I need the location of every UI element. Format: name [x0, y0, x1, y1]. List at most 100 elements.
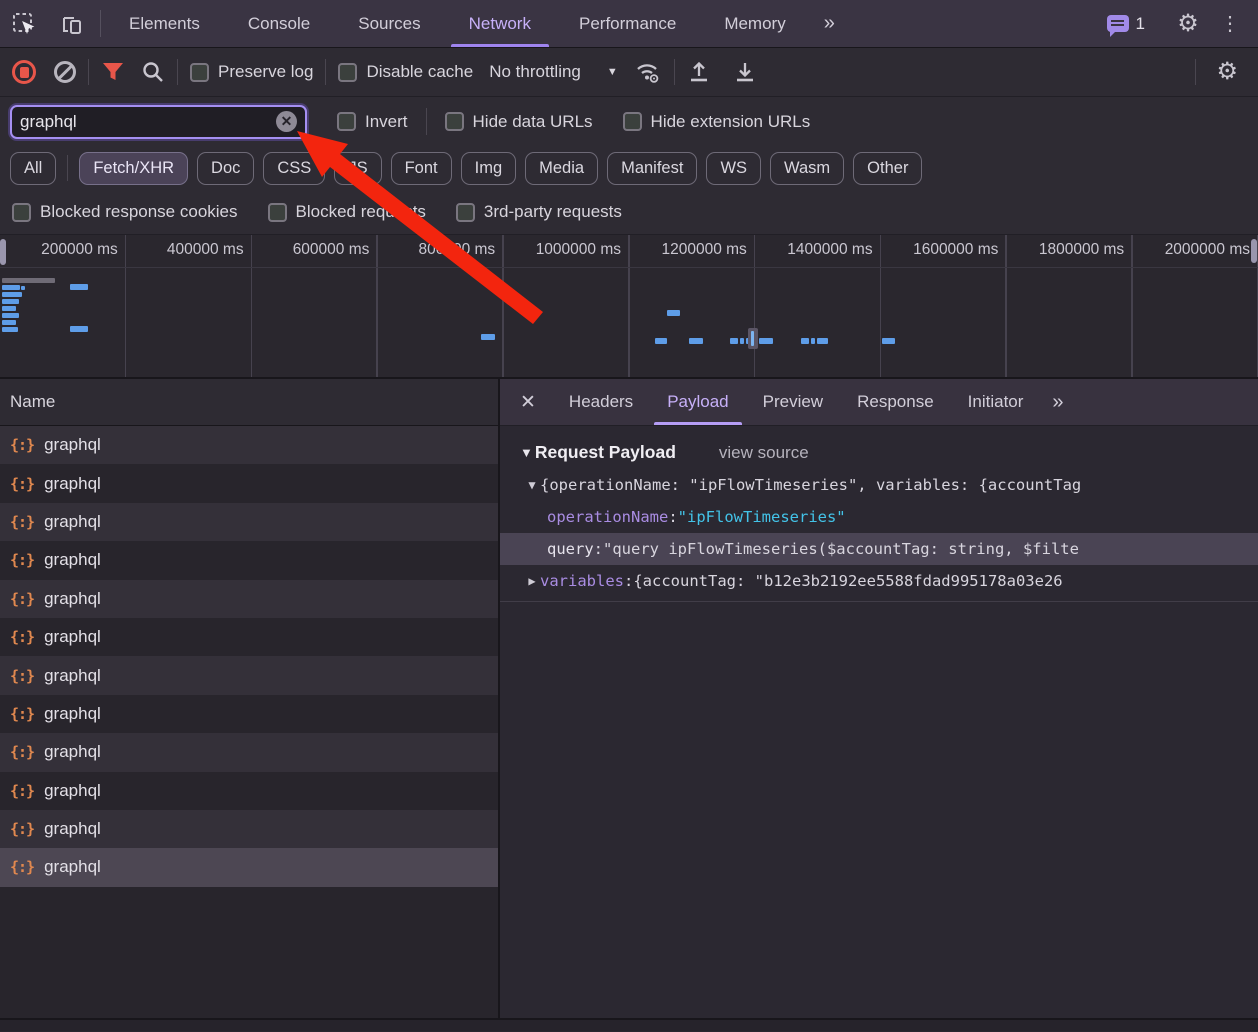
tab-performance[interactable]: Performance	[555, 0, 700, 47]
tab-memory[interactable]: Memory	[700, 0, 809, 47]
table-row[interactable]: {:}graphql	[0, 618, 498, 656]
chip-fetch-xhr[interactable]: Fetch/XHR	[79, 152, 188, 185]
tab-response[interactable]: Response	[840, 379, 951, 425]
divider	[1195, 59, 1196, 85]
request-name: graphql	[44, 819, 101, 839]
bottom-strip	[0, 1018, 1258, 1031]
device-toolbar-icon[interactable]	[48, 0, 96, 47]
chip-css[interactable]: CSS	[263, 152, 325, 185]
table-row[interactable]: {:}graphql	[0, 503, 498, 541]
chip-other[interactable]: Other	[853, 152, 922, 185]
waterfall-mark	[689, 338, 703, 344]
network-overview-timeline[interactable]: 200000 ms400000 ms600000 ms800000 ms1000…	[0, 235, 1258, 379]
table-row[interactable]: {:}graphql	[0, 426, 498, 464]
chip-all[interactable]: All	[10, 152, 56, 185]
waterfall-mark	[655, 338, 667, 344]
tab-payload[interactable]: Payload	[650, 379, 745, 425]
waterfall-mark	[70, 326, 88, 332]
hide-data-urls-checkbox[interactable]: Hide data URLs	[445, 112, 593, 132]
clear-network-log-button[interactable]	[54, 61, 76, 83]
payload-root-line[interactable]: ▼ {operationName: "ipFlowTimeseries", va…	[500, 469, 1258, 501]
clear-filter-icon[interactable]: ✕	[276, 111, 297, 132]
table-row[interactable]: {:}graphql	[0, 810, 498, 848]
preserve-log-checkbox[interactable]: Preserve log	[190, 62, 313, 82]
chip-media[interactable]: Media	[525, 152, 598, 185]
name-column-header[interactable]: Name	[0, 379, 498, 426]
more-tabs-icon[interactable]: »	[810, 0, 847, 47]
chip-ws[interactable]: WS	[706, 152, 761, 185]
table-row[interactable]: {:}graphql	[0, 464, 498, 502]
search-icon[interactable]	[141, 60, 165, 84]
tabbar-right-controls: 1 ⚙ ⋮	[1097, 0, 1258, 47]
payload-operation-name-line[interactable]: operationName: "ipFlowTimeseries"	[500, 501, 1258, 533]
request-name: graphql	[44, 550, 101, 570]
details-tabbar: ✕ HeadersPayloadPreviewResponseInitiator…	[500, 379, 1258, 426]
checkbox-box	[190, 63, 209, 82]
blocked-requests-checkbox[interactable]: Blocked requests	[268, 202, 426, 222]
tab-preview[interactable]: Preview	[746, 379, 840, 425]
chip-font[interactable]: Font	[391, 152, 452, 185]
table-row[interactable]: {:} graphql	[0, 541, 498, 579]
invert-checkbox[interactable]: Invert	[337, 112, 408, 132]
panel-tabs: ElementsConsoleSourcesNetworkPerformance…	[105, 0, 810, 47]
tab-sources[interactable]: Sources	[334, 0, 444, 47]
tab-initiator[interactable]: Initiator	[951, 379, 1041, 425]
issues-counter[interactable]: 1	[1097, 14, 1155, 34]
filter-input-value: graphql	[20, 112, 276, 132]
table-row[interactable]: {:}graphql	[0, 695, 498, 733]
json-braces-icon: {:}	[10, 628, 34, 646]
waterfall-mark	[2, 320, 16, 325]
export-har-icon[interactable]	[733, 60, 757, 84]
payload-variables-line[interactable]: ▶ variables: {accountTag: "b12e3b2192ee5…	[500, 565, 1258, 597]
checkbox-box	[268, 203, 287, 222]
tab-headers[interactable]: Headers	[552, 379, 650, 425]
tab-network[interactable]: Network	[445, 0, 555, 47]
record-network-log-button[interactable]	[12, 60, 36, 84]
table-row[interactable]: {:}graphql	[0, 656, 498, 694]
timeline-tick-label: 1400000 ms	[787, 241, 872, 259]
table-row[interactable]: {:}graphql	[0, 772, 498, 810]
filter-input[interactable]: graphql ✕	[10, 105, 307, 139]
chip-js[interactable]: JS	[334, 152, 381, 185]
inspect-element-icon[interactable]	[0, 0, 48, 47]
table-row[interactable]: {:}graphql	[0, 580, 498, 618]
filter-icon[interactable]	[101, 61, 125, 83]
settings-gear-icon[interactable]: ⚙	[1164, 12, 1212, 36]
chip-manifest[interactable]: Manifest	[607, 152, 697, 185]
disable-cache-checkbox[interactable]: Disable cache	[338, 62, 473, 82]
payload-query-line-selected[interactable]: query: "query ipFlowTimeseries($accountT…	[500, 533, 1258, 565]
table-row[interactable]: {:}graphql	[0, 733, 498, 771]
third-party-requests-checkbox[interactable]: 3rd-party requests	[456, 202, 622, 222]
json-braces-icon: {:}	[10, 705, 34, 723]
tab-console[interactable]: Console	[224, 0, 334, 47]
chip-img[interactable]: Img	[461, 152, 517, 185]
request-payload-section[interactable]: ▼ Request Payload view source	[500, 426, 1258, 469]
table-row[interactable]: {:}graphql	[0, 848, 498, 886]
tab-elements[interactable]: Elements	[105, 0, 224, 47]
view-source-link[interactable]: view source	[719, 443, 809, 463]
checkbox-box	[12, 203, 31, 222]
json-braces-icon: {:}	[10, 551, 34, 569]
timeline-scroll-nub[interactable]	[1251, 239, 1257, 263]
network-conditions-icon[interactable]	[634, 60, 662, 84]
chip-doc[interactable]: Doc	[197, 152, 254, 185]
waterfall-mark	[481, 334, 495, 340]
network-settings-gear-icon[interactable]: ⚙	[1208, 60, 1246, 84]
divider	[500, 601, 1258, 602]
waterfall-mark	[882, 338, 895, 344]
kebab-menu-icon[interactable]: ⋮	[1212, 14, 1248, 34]
throttling-dropdown[interactable]: No throttling ▼	[483, 62, 624, 82]
hide-extension-urls-checkbox[interactable]: Hide extension URLs	[623, 112, 811, 132]
import-har-icon[interactable]	[687, 60, 711, 84]
blocked-response-cookies-checkbox[interactable]: Blocked response cookies	[12, 202, 238, 222]
details-more-tabs-icon[interactable]: »	[1040, 379, 1073, 425]
json-braces-icon: {:}	[10, 436, 34, 454]
request-list: {:}graphql{:}graphql{:}graphql{:}graphql…	[0, 426, 498, 1018]
request-name: graphql	[44, 781, 101, 801]
expander-closed-icon: ▶	[524, 574, 540, 588]
close-icon[interactable]: ✕	[500, 379, 552, 425]
timeline-scroll-nub[interactable]	[0, 239, 6, 265]
chip-wasm[interactable]: Wasm	[770, 152, 844, 185]
timeline-tick-label: 200000 ms	[41, 241, 118, 259]
divider	[100, 10, 101, 37]
